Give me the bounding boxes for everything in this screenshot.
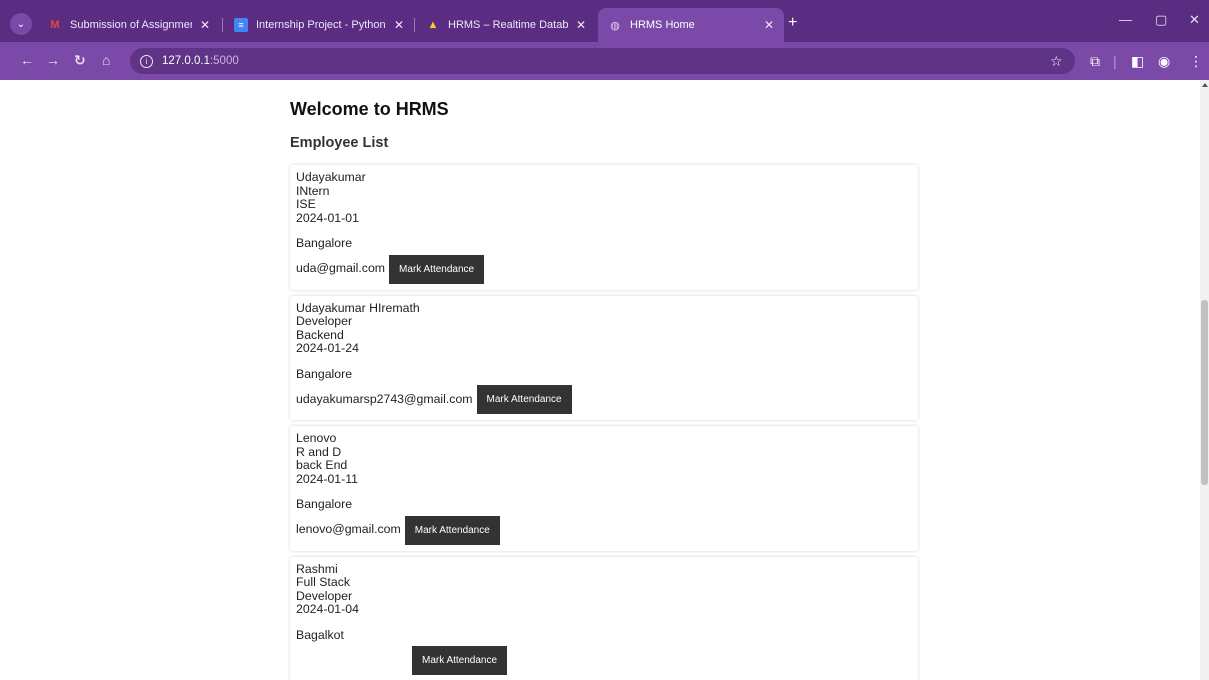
docs-icon: ≡	[234, 18, 248, 32]
toolbar-divider: |	[1113, 53, 1117, 69]
bookmark-star-icon[interactable]: ☆	[1050, 53, 1063, 70]
employee-card: Rashmi Full Stack Developer 2024-01-04 B…	[290, 556, 918, 680]
employee-role: Full Stack	[296, 575, 350, 589]
close-icon[interactable]: ✕	[200, 18, 210, 32]
maximize-icon[interactable]: ▢	[1155, 12, 1167, 28]
profile-icon[interactable]: ◉	[1158, 53, 1170, 70]
close-icon[interactable]: ✕	[576, 18, 586, 32]
employee-date: 2024-01-01	[296, 210, 359, 225]
employee-name: Rashmi	[296, 561, 338, 576]
gmail-icon: M	[50, 19, 60, 31]
main-content: Welcome to HRMS Employee List Udayakumar…	[290, 80, 918, 680]
employee-role: R and D	[296, 444, 342, 459]
firebase-icon: ▲	[427, 19, 439, 31]
tab-firebase[interactable]: ▲ HRMS – Realtime Database – Fi ✕	[416, 8, 596, 42]
section-title: Employee List	[290, 135, 389, 151]
employee-name: Udayakumar	[296, 170, 366, 184]
mark-attendance-button[interactable]: Mark Attendance	[389, 254, 485, 284]
employee-location: Bagalkot	[296, 627, 344, 642]
employee-department: ISE	[296, 197, 316, 211]
employee-name: Lenovo	[296, 431, 337, 445]
mark-attendance-button[interactable]: Mark Attendance	[412, 646, 508, 675]
home-icon[interactable]: ⌂	[102, 52, 110, 68]
tab-title: HRMS – Realtime Database – Fi	[448, 19, 568, 31]
new-tab-icon[interactable]: +	[788, 14, 797, 32]
employee-name: Udayakumar HIremath	[296, 300, 420, 315]
tab-title: HRMS Home	[630, 19, 695, 31]
page-viewport: Welcome to HRMS Employee List Udayakumar…	[0, 80, 1200, 680]
mark-attendance-button[interactable]: Mark Attendance	[404, 515, 500, 545]
employee-department: back End	[296, 458, 348, 472]
tab-search-button[interactable]: ⌄	[10, 13, 32, 35]
info-icon[interactable]: i	[140, 54, 153, 68]
employee-card: Udayakumar HIremath Developer Backend 20…	[290, 295, 918, 420]
page-title: Welcome to HRMS	[290, 99, 449, 119]
employee-date: 2024-01-11	[296, 471, 358, 486]
employee-role: Developer	[296, 314, 353, 328]
employee-card: Lenovo R and D back End 2024-01-11 Banga…	[290, 426, 918, 551]
menu-kebab-icon[interactable]: ⋮	[1189, 53, 1203, 70]
window-close-icon[interactable]: ✕	[1189, 12, 1200, 28]
employee-location: Bangalore	[296, 497, 353, 511]
tab-title: Submission of Assignment for I	[70, 19, 192, 31]
url-host: 127.0.0.1	[162, 55, 210, 67]
employee-email: lenovo@gmail.com	[296, 522, 401, 537]
url-bar[interactable]: i 127.0.0.1 :5000	[130, 48, 1075, 74]
side-panel-icon[interactable]: ◧	[1131, 53, 1144, 70]
employee-location: Bangalore	[296, 236, 353, 250]
employee-card: Udayakumar INtern ISE 2024-01-01 Bangalo…	[290, 165, 918, 290]
reload-icon[interactable]: ↻	[74, 52, 86, 69]
scrollbar-thumb[interactable]	[1201, 300, 1208, 485]
tab-hrms-home[interactable]: ◍ HRMS Home ✕	[598, 8, 784, 42]
tab-gmail[interactable]: M Submission of Assignment for I ✕	[38, 8, 220, 42]
back-icon[interactable]: ←	[20, 52, 34, 68]
forward-icon[interactable]: →	[46, 52, 60, 68]
globe-icon: ◍	[610, 19, 620, 32]
employee-department: Developer	[296, 588, 353, 603]
close-icon[interactable]: ✕	[764, 18, 774, 32]
employee-role: INtern	[296, 183, 330, 198]
employee-department: Backend	[296, 327, 344, 342]
employee-location: Bangalore	[296, 366, 353, 381]
close-icon[interactable]: ✕	[394, 18, 404, 32]
tab-docs[interactable]: ≡ Internship Project - Python - Go ✕	[224, 8, 414, 42]
employee-email: udayakumarsp2743@gmail.com	[296, 391, 473, 406]
minimize-icon[interactable]: —	[1119, 12, 1132, 27]
employee-date: 2024-01-04	[296, 602, 359, 616]
tab-title: Internship Project - Python - Go	[256, 19, 386, 31]
scroll-up-arrow-icon[interactable]	[1202, 83, 1208, 87]
address-toolbar: ← → ↻ ⌂ i 127.0.0.1 :5000 ☆ ⧉ | ◧ ◉ ⋮	[0, 42, 1209, 80]
tab-bar: ⌄ M Submission of Assignment for I ✕ ≡ I…	[0, 0, 1209, 42]
employee-date: 2024-01-24	[296, 341, 359, 355]
extensions-icon[interactable]: ⧉	[1090, 53, 1100, 70]
employee-email: uda@gmail.com	[296, 261, 386, 276]
url-port: :5000	[209, 55, 239, 67]
mark-attendance-button[interactable]: Mark Attendance	[476, 385, 572, 414]
